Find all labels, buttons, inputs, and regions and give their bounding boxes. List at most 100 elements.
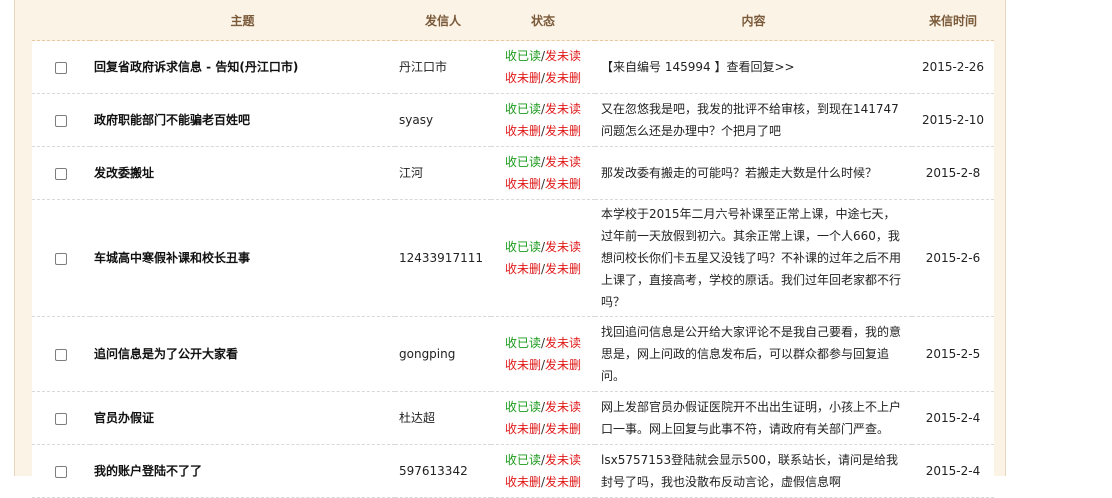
row-checkbox[interactable]: [55, 114, 67, 127]
send-undeleted-status: 发未删: [545, 124, 582, 138]
status-cell: 收已读/发未读 收未删/发未删: [491, 444, 595, 498]
table-row[interactable]: 政府职能部门不能骗老百姓吧 syasy 收已读/发未读 收未删/发未删 又在忽悠我是吧，…: [32, 93, 994, 147]
header-subject: 主题: [90, 0, 395, 41]
send-undeleted-status: 发未删: [545, 177, 582, 191]
read-status: 收已读/发未读: [491, 45, 595, 67]
message-content[interactable]: lsx5757153登陆就会显示500，联系站长，请问是给我封号了吗，我也没散布…: [595, 444, 912, 498]
message-table: 主题 发信人 状态 内容 来信时间 回复省政府诉求信息 - 告知(丹江口市) 丹江…: [32, 0, 994, 498]
send-unread-status: 发未读: [545, 336, 582, 350]
sender-name: gongping: [395, 316, 491, 392]
received-time: 2015-2-4: [912, 391, 994, 445]
recv-undeleted-status: 收未删: [504, 358, 541, 372]
subject-link[interactable]: 官员办假证: [90, 391, 395, 445]
message-list-container: 主题 发信人 状态 内容 来信时间 回复省政府诉求信息 - 告知(丹江口市) 丹江…: [32, 0, 994, 498]
send-unread-status: 发未读: [545, 453, 582, 467]
table-row[interactable]: 发改委搬址 江河 收已读/发未读 收未删/发未删 那发改委有搬走的可能吗？若搬走大数是什…: [32, 146, 994, 200]
send-undeleted-status: 发未删: [545, 422, 582, 436]
recv-read-status: 收已读: [504, 453, 541, 467]
table-row[interactable]: 车城高中寒假补课和校长丑事 12433917111 收已读/发未读 收未删/发未删 本学…: [32, 199, 994, 317]
received-time: 2015-2-5: [912, 316, 994, 392]
delete-status: 收未删/发未删: [491, 173, 595, 195]
read-status: 收已读/发未读: [491, 396, 595, 418]
received-time: 2015-2-26: [912, 40, 994, 94]
send-unread-status: 发未读: [545, 155, 582, 169]
table-row[interactable]: 回复省政府诉求信息 - 告知(丹江口市) 丹江口市 收已读/发未读 收未删/发未删 【来…: [32, 40, 994, 94]
row-checkbox-cell: [32, 146, 90, 200]
table-row[interactable]: 追问信息是为了公开大家看 gongping 收已读/发未读 收未删/发未删 找回追问信息…: [32, 316, 994, 392]
sender-name: syasy: [395, 93, 491, 147]
sender-name: 杜达超: [395, 391, 491, 445]
send-undeleted-status: 发未删: [545, 71, 582, 85]
subject-link[interactable]: 车城高中寒假补课和校长丑事: [90, 199, 395, 317]
status-cell: 收已读/发未读 收未删/发未删: [491, 199, 595, 317]
send-undeleted-status: 发未删: [545, 475, 582, 489]
send-undeleted-status: 发未删: [545, 262, 582, 276]
read-status: 收已读/发未读: [491, 151, 595, 173]
sender-name: 597613342: [395, 444, 491, 498]
row-checkbox[interactable]: [55, 61, 67, 74]
message-content[interactable]: 那发改委有搬走的可能吗？若搬走大数是什么时候？: [595, 146, 912, 200]
table-row[interactable]: 官员办假证 杜达超 收已读/发未读 收未删/发未删 网上发部官员办假证医院开不出出生证明…: [32, 391, 994, 445]
recv-read-status: 收已读: [504, 102, 541, 116]
row-checkbox[interactable]: [55, 412, 67, 425]
received-time: 2015-2-6: [912, 199, 994, 317]
sender-name: 丹江口市: [395, 40, 491, 94]
message-panel: 主题 发信人 状态 内容 来信时间 回复省政府诉求信息 - 告知(丹江口市) 丹江…: [14, 0, 1006, 498]
received-time: 2015-2-4: [912, 444, 994, 498]
received-time: 2015-2-10: [912, 93, 994, 147]
recv-undeleted-status: 收未删: [504, 422, 541, 436]
send-unread-status: 发未读: [545, 240, 582, 254]
status-cell: 收已读/发未读 收未删/发未删: [491, 40, 595, 94]
status-cell: 收已读/发未读 收未删/发未删: [491, 93, 595, 147]
row-checkbox[interactable]: [55, 252, 67, 265]
recv-read-status: 收已读: [504, 49, 541, 63]
status-cell: 收已读/发未读 收未删/发未删: [491, 391, 595, 445]
row-checkbox-cell: [32, 391, 90, 445]
received-time: 2015-2-8: [912, 146, 994, 200]
subject-link[interactable]: 发改委搬址: [90, 146, 395, 200]
read-status: 收已读/发未读: [491, 332, 595, 354]
recv-read-status: 收已读: [504, 336, 541, 350]
recv-read-status: 收已读: [504, 240, 541, 254]
subject-link[interactable]: 回复省政府诉求信息 - 告知(丹江口市): [90, 40, 395, 94]
table-row[interactable]: 我的账户登陆不了了 597613342 收已读/发未读 收未删/发未删 lsx57571…: [32, 444, 994, 498]
row-checkbox-cell: [32, 199, 90, 317]
message-content[interactable]: 【来自编号 145994 】查看回复>>: [595, 40, 912, 94]
subject-link[interactable]: 我的账户登陆不了了: [90, 444, 395, 498]
sender-name: 12433917111: [395, 199, 491, 317]
delete-status: 收未删/发未删: [491, 120, 595, 142]
message-content[interactable]: 又在忽悠我是吧，我发的批评不给审核，到现在141747问题怎么还是办理中？个把月…: [595, 93, 912, 147]
header-time: 来信时间: [912, 0, 994, 41]
send-unread-status: 发未读: [545, 49, 582, 63]
header-status: 状态: [491, 0, 595, 41]
recv-read-status: 收已读: [504, 155, 541, 169]
read-status: 收已读/发未读: [491, 236, 595, 258]
message-content[interactable]: 找回追问信息是公开给大家评论不是我自己要看，我的意思是，网上问政的信息发布后，可…: [595, 316, 912, 392]
header-content: 内容: [595, 0, 912, 41]
status-cell: 收已读/发未读 收未删/发未删: [491, 146, 595, 200]
subject-link[interactable]: 追问信息是为了公开大家看: [90, 316, 395, 392]
send-unread-status: 发未读: [545, 400, 582, 414]
delete-status: 收未删/发未删: [491, 471, 595, 493]
recv-undeleted-status: 收未删: [504, 124, 541, 138]
delete-status: 收未删/发未删: [491, 354, 595, 376]
row-checkbox-cell: [32, 93, 90, 147]
header-sender: 发信人: [395, 0, 491, 41]
send-unread-status: 发未读: [545, 102, 582, 116]
row-checkbox[interactable]: [55, 167, 67, 180]
send-undeleted-status: 发未删: [545, 358, 582, 372]
row-checkbox-cell: [32, 40, 90, 94]
delete-status: 收未删/发未删: [491, 418, 595, 440]
message-content[interactable]: 本学校于2015年二月六号补课至正常上课，中途七天，过年前一天放假到初六。其余正…: [595, 199, 912, 317]
row-checkbox[interactable]: [55, 348, 67, 361]
recv-undeleted-status: 收未删: [504, 262, 541, 276]
recv-undeleted-status: 收未删: [504, 177, 541, 191]
row-checkbox-cell: [32, 444, 90, 498]
subject-link[interactable]: 政府职能部门不能骗老百姓吧: [90, 93, 395, 147]
recv-read-status: 收已读: [504, 400, 541, 414]
status-cell: 收已读/发未读 收未删/发未删: [491, 316, 595, 392]
message-content[interactable]: 网上发部官员办假证医院开不出出生证明，小孩上不上户口一事。网上回复与此事不符，请…: [595, 391, 912, 445]
read-status: 收已读/发未读: [491, 449, 595, 471]
sender-name: 江河: [395, 146, 491, 200]
read-status: 收已读/发未读: [491, 98, 595, 120]
